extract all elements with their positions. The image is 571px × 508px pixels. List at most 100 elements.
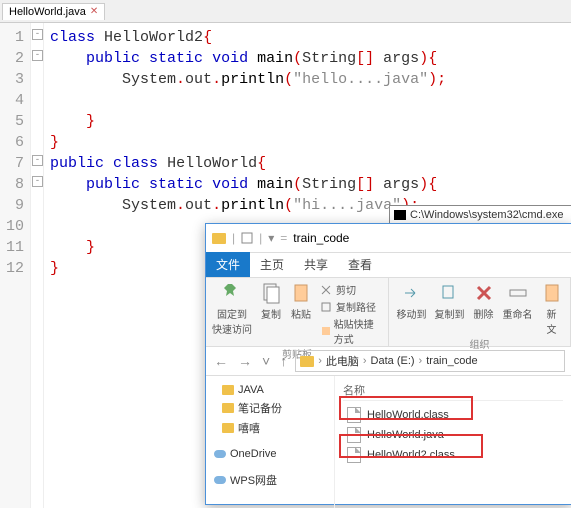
label: 粘贴	[291, 306, 311, 321]
ribbon-tabs: 文件 主页 共享 查看	[206, 253, 571, 278]
fold-icon[interactable]: -	[32, 155, 43, 166]
group-label: 组织	[470, 336, 490, 351]
copypath-button[interactable]: 复制路径	[320, 299, 382, 314]
method: main	[257, 176, 293, 193]
paren: (	[293, 176, 302, 193]
cmd-window-titlebar[interactable]: C:\Windows\system32\cmd.exe	[389, 205, 571, 224]
new-button[interactable]: 新 文	[541, 282, 563, 336]
line-number: 10	[4, 216, 24, 237]
type: String	[302, 176, 356, 193]
delete-button[interactable]: 删除	[473, 282, 495, 321]
close-icon[interactable]: ✕	[90, 6, 98, 17]
ident: out	[185, 197, 212, 214]
brace: {	[428, 176, 437, 193]
tab-filename: HelloWorld.java	[9, 6, 86, 18]
tree-item[interactable]: JAVA	[210, 382, 330, 398]
brace: {	[257, 155, 266, 172]
rename-button[interactable]: 重命名	[503, 282, 533, 321]
folder-icon	[222, 403, 234, 413]
method: println	[221, 197, 284, 214]
paste-button[interactable]: 粘贴	[290, 282, 312, 321]
type: void	[212, 50, 248, 67]
pasteshortcut-button[interactable]: 粘贴快捷方式	[320, 316, 382, 346]
explorer-body: JAVA 笔记备份 嘻嘻 OneDrive WPS网盘 名称 HelloWorl…	[206, 376, 571, 508]
fold-icon[interactable]: -	[32, 50, 43, 61]
moveto-button[interactable]: 移动到	[397, 282, 427, 321]
tree-item[interactable]: 笔记备份	[210, 398, 330, 418]
cmd-icon	[394, 210, 406, 220]
modifier: public	[50, 155, 104, 172]
file-icon	[347, 427, 361, 443]
explorer-titlebar[interactable]: | | ▾ = train_code	[206, 224, 571, 253]
cut-button[interactable]: 剪切	[320, 282, 382, 297]
file-row[interactable]: HelloWorld.class	[343, 405, 563, 425]
tab-view[interactable]: 查看	[338, 252, 382, 277]
brace: }	[86, 239, 95, 256]
copy-button[interactable]: 复制	[260, 282, 282, 321]
keyword: class	[113, 155, 158, 172]
param: args	[383, 176, 419, 193]
type: String	[302, 50, 356, 67]
file-name: HelloWorld2.class	[367, 449, 455, 461]
tree-item-wps[interactable]: WPS网盘	[210, 470, 330, 490]
label: 复制	[261, 306, 281, 321]
method: main	[257, 50, 293, 67]
explorer-nav: ← → ˅ ↑ › 此电脑 › Data (E:) › train_code	[206, 347, 571, 376]
window-title: train_code	[293, 231, 349, 245]
up-button[interactable]: ↑	[278, 353, 289, 369]
brace: }	[86, 113, 95, 130]
recent-button[interactable]: ˅	[260, 353, 272, 369]
paren: )	[419, 176, 428, 193]
file-row[interactable]: HelloWorld.java	[343, 425, 563, 445]
address-bar[interactable]: › 此电脑 › Data (E:) › train_code	[295, 350, 565, 372]
nav-tree[interactable]: JAVA 笔记备份 嘻嘻 OneDrive WPS网盘	[206, 376, 335, 508]
sep: |	[232, 231, 235, 245]
label: 复制路径	[336, 299, 376, 314]
label: OneDrive	[230, 448, 276, 460]
folder-icon	[212, 233, 226, 244]
file-list[interactable]: 名称 HelloWorld.class HelloWorld.java Hell…	[335, 376, 571, 508]
pin-button[interactable]: 固定到 快速访问	[212, 282, 252, 336]
tree-item[interactable]: 嘻嘻	[210, 418, 330, 438]
crumb-folder[interactable]: train_code	[426, 355, 477, 367]
dot: .	[212, 71, 221, 88]
brace: }	[50, 134, 59, 151]
line-number: 3	[4, 69, 24, 90]
dot: .	[212, 197, 221, 214]
forward-button[interactable]: →	[236, 353, 254, 369]
copyto-button[interactable]: 复制到	[435, 282, 465, 321]
tab-share[interactable]: 共享	[294, 252, 338, 277]
fold-icon[interactable]: -	[32, 29, 43, 40]
semi: ;	[437, 71, 446, 88]
line-number: 8	[4, 174, 24, 195]
bracket: []	[356, 50, 374, 67]
back-button[interactable]: ←	[212, 353, 230, 369]
tab-home[interactable]: 主页	[250, 252, 294, 277]
brace: {	[203, 29, 212, 46]
file-tab[interactable]: HelloWorld.java ✕	[2, 3, 105, 20]
fold-icon[interactable]: -	[32, 176, 43, 187]
column-header-name[interactable]: 名称	[343, 382, 563, 401]
string: "hi....java"	[293, 197, 401, 214]
label: 笔记备份	[238, 400, 282, 416]
modifiers: public static	[86, 176, 203, 193]
tab-file[interactable]: 文件	[206, 252, 250, 277]
file-name: HelloWorld.class	[367, 409, 449, 421]
ident: out	[185, 71, 212, 88]
modifiers: public static	[86, 50, 203, 67]
brace: }	[50, 260, 59, 277]
file-icon	[347, 407, 361, 423]
tree-item-onedrive[interactable]: OneDrive	[210, 446, 330, 462]
file-row[interactable]: HelloWorld2.class	[343, 445, 563, 465]
label: 粘贴快捷方式	[334, 316, 382, 346]
dropdown-icon[interactable]: ▾	[268, 231, 274, 245]
cloud-icon	[214, 476, 226, 484]
label: 删除	[474, 306, 494, 321]
label: 剪切	[336, 282, 356, 297]
crumb-drive[interactable]: Data (E:)	[371, 355, 415, 367]
file-explorer-window[interactable]: | | ▾ = train_code 文件 主页 共享 查看 固定到 快速访问 …	[205, 223, 571, 505]
crumb-pc[interactable]: 此电脑	[326, 353, 359, 369]
sep: |	[259, 231, 262, 245]
keyword: class	[50, 29, 95, 46]
editor-tab-bar: HelloWorld.java ✕	[0, 0, 571, 23]
